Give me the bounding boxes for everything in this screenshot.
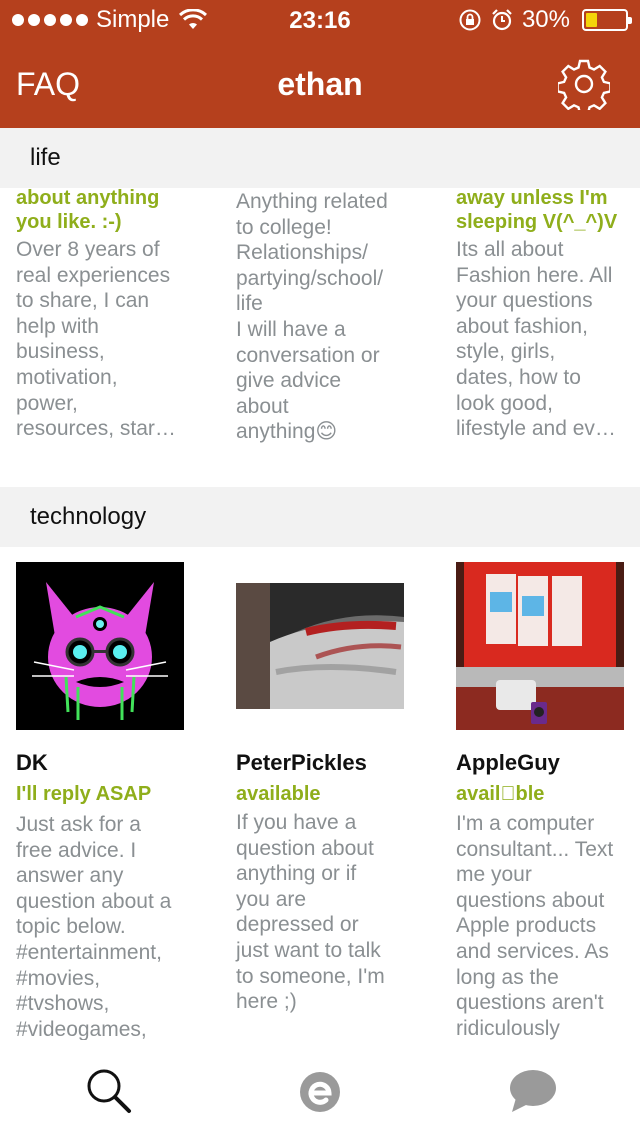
status-bar-right: 30% xyxy=(458,6,632,34)
user-name: DK xyxy=(16,750,48,775)
user-description: Its all about Fashion here. All your que… xyxy=(456,238,616,441)
battery-percent: 30% xyxy=(521,6,570,33)
battery-level xyxy=(586,13,598,27)
photo-avatar-image xyxy=(236,562,404,730)
section-header-technology: technology xyxy=(0,487,640,547)
user-description: Anything related to college! Relationshi… xyxy=(236,190,388,444)
rotation-lock-icon xyxy=(459,9,481,31)
alarm-icon xyxy=(492,9,512,31)
status-bar: Simple 23:16 30% xyxy=(0,0,640,40)
life-card-3[interactable]: away unless I'm sleeping V(^_^)V Its all… xyxy=(456,186,640,442)
avatar[interactable] xyxy=(236,562,404,730)
ethan-e-icon[interactable] xyxy=(295,1066,345,1116)
avatar[interactable] xyxy=(456,562,624,730)
gear-icon[interactable] xyxy=(558,58,610,110)
user-description: Over 8 years of real experiences to shar… xyxy=(16,238,176,441)
page-title: ethan xyxy=(277,66,363,102)
user-status: I'll reply ASAP xyxy=(16,783,152,805)
chat-bubble-icon[interactable] xyxy=(508,1066,558,1116)
tech-card-appleguy[interactable]: AppleGuy availble I'm a computer consul… xyxy=(456,562,640,1041)
life-card-1[interactable]: about anything you like. :-) Over 8 year… xyxy=(16,186,216,442)
laptop-avatar-image xyxy=(456,562,624,730)
tech-card-dk[interactable]: DK I'll reply ASAP Just ask for a free a… xyxy=(16,562,216,1042)
battery-icon xyxy=(582,9,632,31)
section-header-life: life xyxy=(0,128,640,188)
user-status: availble xyxy=(456,783,544,805)
user-status: about anything you like. :-) xyxy=(16,187,160,233)
tech-card-peterpickles[interactable]: PeterPickles available If you have a que… xyxy=(236,562,436,1015)
search-icon[interactable] xyxy=(84,1066,134,1116)
user-status: away unless I'm sleeping V(^_^)V xyxy=(456,187,618,233)
user-description: Just ask for a free advice. I answer any… xyxy=(16,813,172,1041)
user-description: If you have a question about anything or… xyxy=(236,811,385,1014)
nav-bar: FAQ ethan xyxy=(0,40,640,128)
tab-bar xyxy=(0,1040,640,1136)
user-name: AppleGuy xyxy=(456,750,560,775)
user-status: available xyxy=(236,783,321,805)
user-name: PeterPickles xyxy=(236,750,367,775)
user-description: I'm a computer consultant... Text me you… xyxy=(456,812,614,1040)
life-card-2[interactable]: Anything related to college! Relationshi… xyxy=(236,189,436,445)
avatar[interactable] xyxy=(16,562,184,730)
cat-avatar-image xyxy=(16,562,184,730)
